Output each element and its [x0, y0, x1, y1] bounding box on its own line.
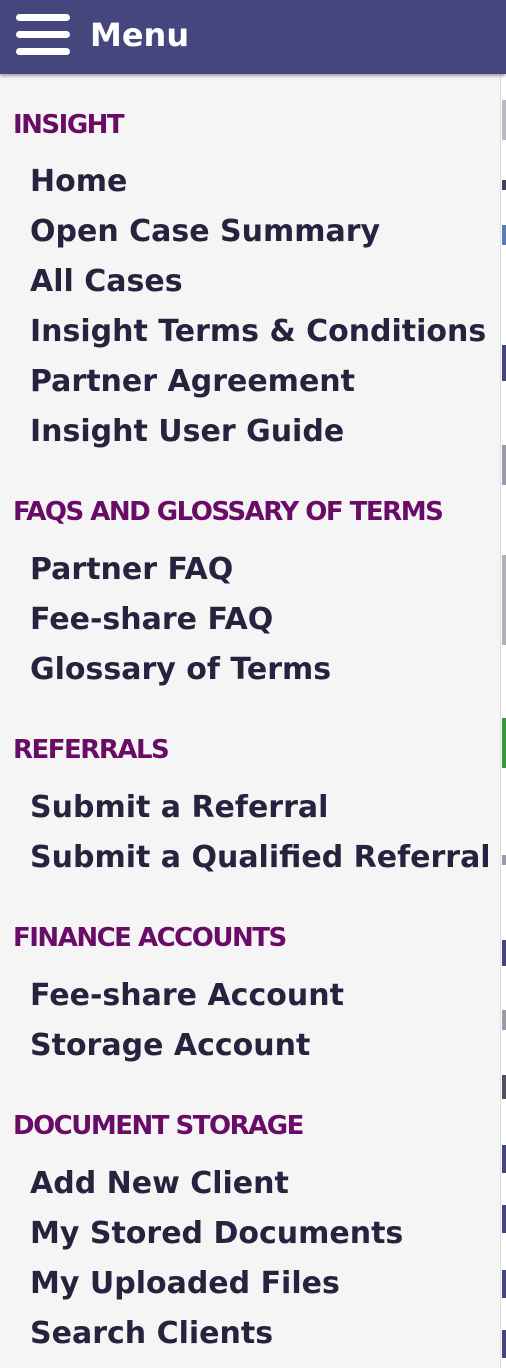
menu-link-insight-user-guide[interactable]: Insight User Guide [30, 412, 344, 452]
section-title-referrals: REFERRALS [13, 735, 170, 765]
menu-link-partner-agreement[interactable]: Partner Agreement [30, 362, 355, 402]
menu-link-my-stored-documents[interactable]: My Stored Documents [30, 1214, 403, 1254]
menu-link-partner-faq[interactable]: Partner FAQ [30, 550, 233, 590]
hamburger-icon[interactable] [16, 14, 70, 56]
menu-link-insight-terms[interactable]: Insight Terms & Conditions [30, 312, 486, 352]
menu-title: Menu [90, 16, 190, 54]
menu-link-all-cases[interactable]: All Cases [30, 262, 183, 302]
section-title-faqs: FAQS AND GLOSSARY OF TERMS [13, 497, 444, 527]
menu-header: Menu [0, 0, 506, 74]
menu-link-glossary[interactable]: Glossary of Terms [30, 650, 331, 690]
menu-link-submit-qualified-referral[interactable]: Submit a Qualified Referral [30, 838, 491, 878]
menu-link-fee-share-account[interactable]: Fee-share Account [30, 976, 344, 1016]
background-page-edge [500, 0, 506, 1368]
menu-link-home[interactable]: Home [30, 162, 127, 202]
menu-link-fee-share-faq[interactable]: Fee-share FAQ [30, 600, 273, 640]
navigation-drawer: INSIGHT Home Open Case Summary All Cases… [0, 74, 500, 1368]
section-title-document-storage: DOCUMENT STORAGE [13, 1111, 304, 1141]
menu-link-storage-account[interactable]: Storage Account [30, 1026, 310, 1066]
menu-link-add-new-client[interactable]: Add New Client [30, 1164, 289, 1204]
section-title-finance: FINANCE ACCOUNTS [13, 923, 287, 953]
menu-link-search-clients[interactable]: Search Clients [30, 1314, 273, 1354]
menu-link-submit-referral[interactable]: Submit a Referral [30, 788, 328, 828]
menu-link-my-uploaded-files[interactable]: My Uploaded Files [30, 1264, 340, 1304]
section-title-insight: INSIGHT [13, 110, 125, 140]
menu-link-open-case-summary[interactable]: Open Case Summary [30, 212, 380, 252]
